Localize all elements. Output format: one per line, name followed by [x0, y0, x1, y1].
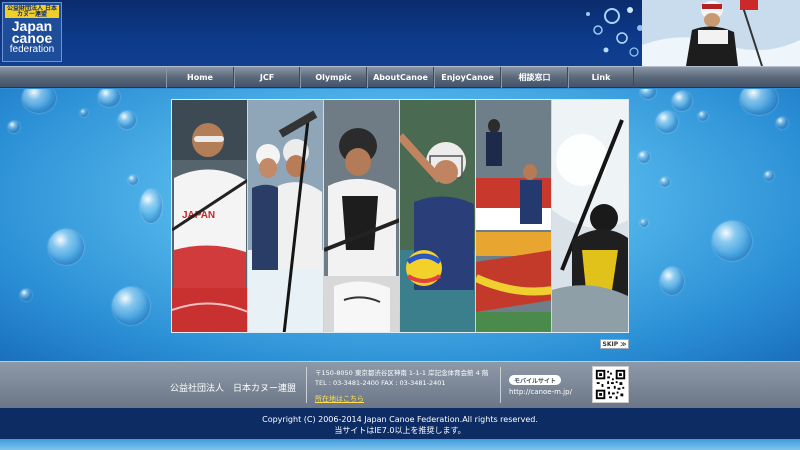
nav-list: Home JCF Olympic AboutCanoe EnjoyCanoe 相…: [166, 67, 634, 88]
photo-panel-slalom-splash: [552, 100, 629, 332]
bottom-water-strip: [0, 439, 800, 450]
footer-address-block: 〒150-8050 東京都渋谷区神南 1-1-1 岸記念体育会館 4 階 TEL…: [315, 368, 488, 388]
logo-badge: 公益財団法人 日本カヌー連盟: [5, 4, 59, 18]
nav-item-home[interactable]: Home: [166, 67, 234, 88]
footer-divider-1: [306, 367, 307, 403]
header-canoeist-photo: [642, 0, 800, 66]
photo-panel-dragon-boat: [475, 100, 553, 332]
copyright-bar: Copyright (C) 2006-2014 Japan Canoe Fede…: [0, 408, 800, 439]
browser-recommendation: 当サイトはIE7.0以上を推奨します。: [334, 426, 466, 435]
footer-map-link[interactable]: 所在地はこちら: [315, 394, 364, 404]
footer-address: 〒150-8050 東京都渋谷区神南 1-1-1 岸記念体育会館 4 階: [315, 369, 489, 377]
site-header: 公益財団法人 日本カヌー連盟 Japan canoe federation: [0, 0, 800, 66]
logo-line-2: canoe: [11, 30, 53, 46]
photo-panel-kayak-sprint: JAPAN: [172, 100, 248, 332]
footer-divider-2: [500, 367, 501, 403]
nav-item-olympic[interactable]: Olympic: [300, 67, 367, 88]
nav-item-enjoy-canoe[interactable]: EnjoyCanoe: [434, 67, 501, 88]
photo-panel-freestyle: [324, 100, 401, 332]
mobile-site-url[interactable]: http://canoe-m.jp/: [509, 388, 572, 396]
mobile-site-badge: モバイルサイト: [509, 375, 562, 385]
skip-button[interactable]: SKIP ≫: [600, 339, 629, 349]
nav-item-link[interactable]: Link: [568, 67, 634, 88]
site-logo[interactable]: 公益財団法人 日本カヌー連盟 Japan canoe federation: [2, 2, 62, 62]
hero-photo-slideshow[interactable]: JAPAN: [171, 99, 629, 333]
photo-panel-canoe-polo: [400, 100, 476, 332]
photo-panel-canoe-double: [247, 100, 325, 332]
footer-phone: TEL : 03-3481-2400 FAX : 03-3481-2401: [315, 379, 446, 387]
qr-code-icon: [592, 366, 629, 403]
site-footer: 公益社団法人 日本カヌー連盟 〒150-8050 東京都渋谷区神南 1-1-1 …: [0, 361, 800, 408]
slalom-paddler-image: [642, 0, 800, 66]
copyright-text: Copyright (C) 2006-2014 Japan Canoe Fede…: [262, 415, 538, 424]
nav-item-consultation[interactable]: 相談窓口: [501, 67, 568, 88]
footer-org-name: 公益社団法人 日本カヌー連盟: [170, 384, 297, 394]
logo-line-3: federation: [9, 44, 55, 55]
nav-item-jcf[interactable]: JCF: [234, 67, 300, 88]
global-nav: Home JCF Olympic AboutCanoe EnjoyCanoe 相…: [0, 66, 800, 88]
nav-item-about-canoe[interactable]: AboutCanoe: [367, 67, 434, 88]
